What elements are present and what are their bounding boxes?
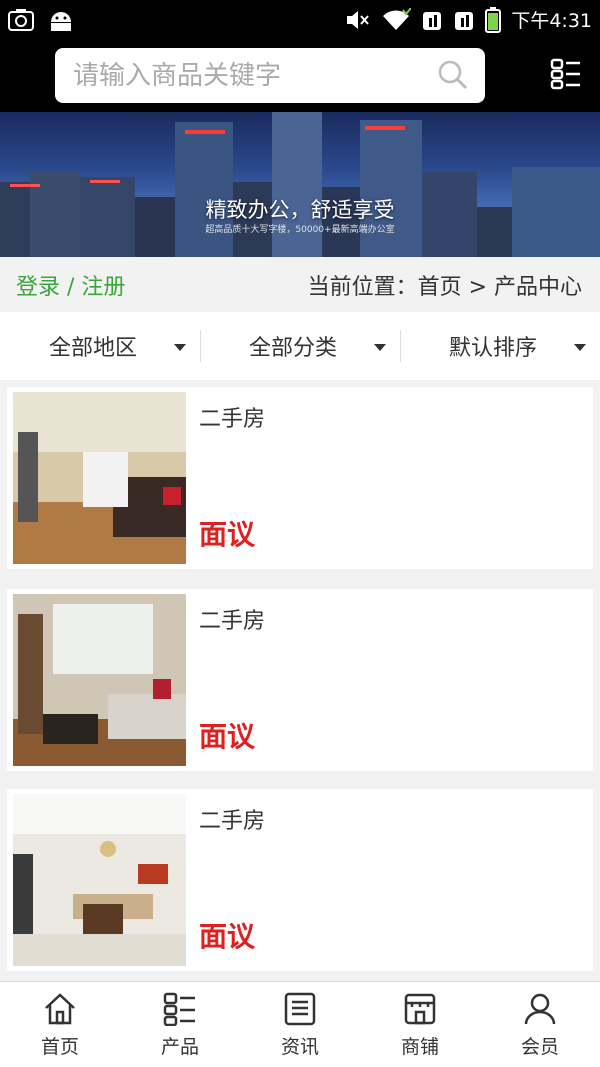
nav-news[interactable]: 资讯 xyxy=(240,982,360,1067)
mute-icon xyxy=(345,8,371,32)
product-icon xyxy=(163,992,197,1030)
screenshot-icon xyxy=(8,8,34,32)
product-card[interactable]: 二手房 面议 xyxy=(7,589,593,771)
nav-label: 商铺 xyxy=(400,1036,439,1058)
bottom-nav: 首页 产品 资讯 商铺 会员 xyxy=(0,981,600,1067)
product-price: 面议 xyxy=(199,518,256,551)
shop-icon xyxy=(403,992,437,1030)
filter-sort[interactable]: 默认排序 xyxy=(400,312,600,380)
nav-home[interactable]: 首页 xyxy=(0,982,120,1067)
product-price: 面议 xyxy=(199,720,256,753)
news-icon xyxy=(283,992,317,1030)
nav-product[interactable]: 产品 xyxy=(120,982,240,1067)
wifi-icon xyxy=(381,7,412,32)
product-card[interactable]: 二手房 面议 xyxy=(7,789,593,971)
android-icon xyxy=(48,8,74,32)
divider xyxy=(200,330,201,362)
nav-label: 产品 xyxy=(160,1036,199,1058)
divider xyxy=(400,330,401,362)
login-register-link[interactable]: 登录 / 注册 xyxy=(16,269,125,301)
nav-member[interactable]: 会员 xyxy=(480,982,600,1067)
product-title[interactable]: 二手房 xyxy=(199,603,265,635)
nav-label: 资讯 xyxy=(280,1036,319,1058)
dropdown-arrow-icon xyxy=(374,344,386,351)
product-price: 面议 xyxy=(199,920,256,953)
category-menu-icon[interactable] xyxy=(550,58,582,94)
product-image[interactable] xyxy=(13,594,186,766)
search-input[interactable] xyxy=(73,48,423,103)
product-title[interactable]: 二手房 xyxy=(199,803,265,835)
banner-subtitle: 超高品质十大写字楼，50000+最新高端办公室 xyxy=(205,225,395,235)
member-icon xyxy=(523,992,557,1030)
breadcrumb: 当前位置：首页 > 产品中心 xyxy=(307,275,582,300)
signal-icon xyxy=(453,8,475,32)
filter-label: 默认排序 xyxy=(448,336,537,361)
filter-label: 全部地区 xyxy=(48,336,137,361)
search-box[interactable] xyxy=(55,48,485,103)
banner-title: 精致办公，舒适享受 xyxy=(205,198,395,222)
filter-category[interactable]: 全部分类 xyxy=(200,312,400,380)
signal-icon xyxy=(421,8,443,32)
breadcrumb-row: 登录 / 注册 当前位置：首页 > 产品中心 xyxy=(0,257,600,312)
battery-icon xyxy=(485,6,502,33)
product-card[interactable]: 二手房 面议 xyxy=(7,387,593,569)
search-icon[interactable] xyxy=(437,59,469,95)
nav-label: 会员 xyxy=(520,1036,559,1058)
nav-shop[interactable]: 商铺 xyxy=(360,982,480,1067)
status-time: 下午4:31 xyxy=(511,10,592,32)
banner-image[interactable]: 精致办公，舒适享受 超高品质十大写字楼，50000+最新高端办公室 xyxy=(0,112,600,257)
filter-region[interactable]: 全部地区 xyxy=(0,312,200,380)
dropdown-arrow-icon xyxy=(574,344,586,351)
home-icon xyxy=(43,992,77,1030)
dropdown-arrow-icon xyxy=(174,344,186,351)
product-image[interactable] xyxy=(13,392,186,564)
status-bar: 下午4:31 xyxy=(0,0,600,40)
nav-label: 首页 xyxy=(40,1036,79,1058)
filter-label: 全部分类 xyxy=(248,336,337,361)
product-image[interactable] xyxy=(13,794,186,966)
filter-bar: 全部地区 全部分类 默认排序 xyxy=(0,312,600,380)
product-title[interactable]: 二手房 xyxy=(199,401,265,433)
search-header xyxy=(0,40,600,112)
